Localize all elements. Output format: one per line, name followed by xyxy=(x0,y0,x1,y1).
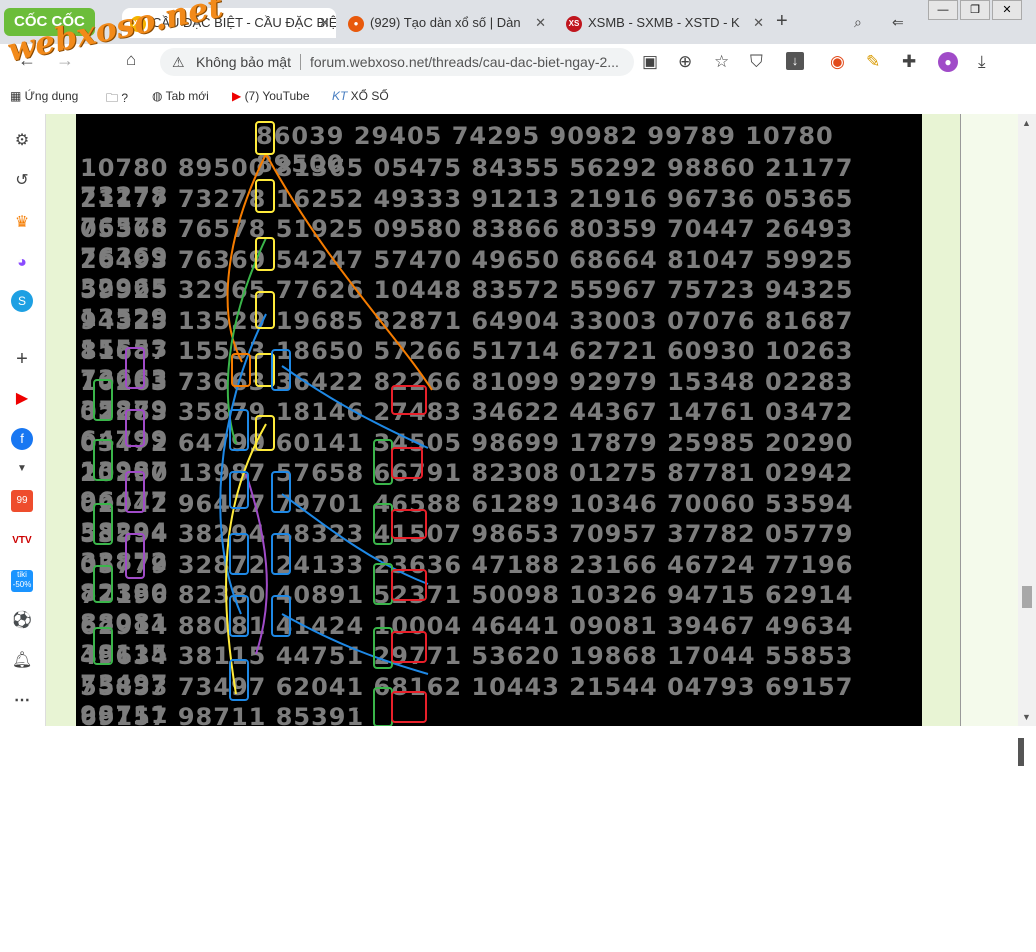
tab-xsmb[interactable]: XS XSMB - SXMB - XSTD - K ✕ xyxy=(558,8,770,38)
window-edge-marker xyxy=(1018,738,1024,766)
zoom-icon[interactable]: ⊕ xyxy=(678,52,692,72)
gear-icon[interactable]: ⚙ xyxy=(11,130,33,152)
kt-icon: KT xyxy=(332,89,351,103)
tab-title: XSMB - SXMB - XSTD - K xyxy=(588,15,740,30)
xs-favicon-icon: XS xyxy=(566,15,582,32)
history-icon[interactable]: ↺ xyxy=(11,170,33,192)
skype-icon[interactable]: S xyxy=(11,290,33,312)
close-window-icon[interactable]: ✕ xyxy=(992,0,1022,20)
address-bar[interactable]: ⚠ Không bảo mật forum.webxoso.net/thread… xyxy=(160,48,634,76)
warning-icon[interactable]: ⚠ xyxy=(172,48,185,76)
back-arrow-icon[interactable]: ⇐ xyxy=(892,14,904,31)
page-scrollbar[interactable]: ▲ ▼ xyxy=(1018,114,1036,726)
security-label[interactable]: Không bảo mật xyxy=(196,48,291,76)
coccoc-sidebar: ⚙ ↺ ♛ ◕ S + ▶ f ▼ 99 VTV tiki -50% ⚽ 🔔︎ … xyxy=(0,114,46,726)
download-arrow-icon[interactable]: ↓ xyxy=(786,52,804,70)
firefox-favicon-icon: ● xyxy=(348,15,364,32)
home-icon[interactable]: ⌂ xyxy=(126,50,136,70)
globe-icon: ◍ xyxy=(152,89,166,103)
legend-count-green: 4 xyxy=(380,700,389,714)
toolbar: ← → ⌂ ⚠ Không bảo mật forum.webxoso.net/… xyxy=(0,44,1036,80)
screenshot-icon[interactable]: ▣ xyxy=(642,52,658,72)
bridge-annotation-overlay xyxy=(93,121,433,726)
scroll-up-icon[interactable]: ▲ xyxy=(1022,118,1031,128)
purple-bridge-line xyxy=(245,473,268,655)
search-tabs-icon[interactable]: ⌕ xyxy=(854,14,862,31)
legend-count-purple: 2 xyxy=(356,700,365,714)
close-tab-icon[interactable]: ✕ xyxy=(535,8,546,38)
blue-bridge-line xyxy=(281,365,429,449)
page-right-panel xyxy=(960,114,1018,726)
youtube-icon[interactable]: ▶ xyxy=(11,388,33,410)
facebook-icon[interactable]: f xyxy=(11,428,33,450)
profile-avatar[interactable]: ● xyxy=(938,52,958,72)
grid-icon: ▦ xyxy=(10,89,25,103)
new-tab-bookmark[interactable]: ◍ Tab mới xyxy=(152,89,209,103)
youtube-bookmark[interactable]: ▶ (7) YouTube xyxy=(232,89,310,103)
bell-icon[interactable]: 🔔︎ xyxy=(11,650,33,672)
football-icon[interactable]: ⚽ xyxy=(11,610,33,632)
legend-result: 71 xyxy=(434,700,451,714)
blue-bridge-line xyxy=(281,613,429,675)
pencil-icon[interactable]: ✎ xyxy=(866,52,880,72)
star-icon[interactable]: ☆ xyxy=(714,52,729,72)
scrollbar-thumb[interactable] xyxy=(1022,586,1032,608)
window-controls: — ❐ ✕ xyxy=(926,0,1022,20)
shield-icon[interactable]: ⛉ xyxy=(750,52,763,72)
chevron-down-icon[interactable]: ▼ xyxy=(11,458,33,480)
browser-window: CỐC CỐC XS CẦU ĐẶC BIỆT - CẦU ĐẶC BIỆT ✕ … xyxy=(0,0,1036,726)
tab-tao-dan[interactable]: ● (929) Tạo dàn xổ số | Dàn ✕ xyxy=(340,8,552,38)
shopee-icon[interactable]: 99 xyxy=(11,490,33,512)
plus-icon[interactable]: + xyxy=(11,348,33,370)
legend-count-red: 21 xyxy=(398,700,415,714)
youtube-icon: ▶ xyxy=(232,89,245,103)
scroll-down-icon[interactable]: ▼ xyxy=(1022,712,1031,722)
puzzle-icon[interactable]: ✚ xyxy=(902,52,916,72)
tab-title: (929) Tạo dàn xổ số | Dàn xyxy=(370,15,521,30)
messenger-icon[interactable]: ◕ xyxy=(11,252,33,274)
legend-lot-bo: LOT BO 12 xyxy=(454,700,525,714)
close-tab-icon[interactable]: ✕ xyxy=(319,8,330,38)
lottery-board-image: 86039 29405 74295 90982 99789 10780 8950… xyxy=(76,114,922,726)
more-icon[interactable]: ⋯ xyxy=(11,690,33,712)
yellow-bridge-line xyxy=(225,423,267,695)
apps-bookmark[interactable]: ▦ Ứng dụng xyxy=(10,89,78,103)
tiki-icon[interactable]: tiki -50% xyxy=(11,570,33,592)
close-tab-icon[interactable]: ✕ xyxy=(753,8,764,38)
minimize-icon[interactable]: — xyxy=(928,0,958,20)
coccoc-extension-icon[interactable]: ◉ xyxy=(830,52,845,72)
forum-page: 86039 29405 74295 90982 99789 10780 8950… xyxy=(46,114,1018,726)
divider xyxy=(300,54,301,70)
url-text[interactable]: forum.webxoso.net/threads/cau-dac-biet-n… xyxy=(310,48,619,76)
folder-icon: 🗀 xyxy=(106,91,122,105)
bookmarks-bar: ▦ Ứng dụng 🗀 ? ◍ Tab mới ▶ (7) YouTube K… xyxy=(0,80,1036,114)
crown-icon[interactable]: ♛ xyxy=(11,212,33,234)
restore-icon[interactable]: ❐ xyxy=(960,0,990,20)
xoso-bookmark[interactable]: KT XỔ SỐ xyxy=(332,89,389,103)
new-tab-button[interactable]: + xyxy=(776,10,788,33)
folder-bookmark[interactable]: 🗀 ? xyxy=(106,89,128,110)
downloads-icon[interactable]: ⤓ xyxy=(978,52,986,72)
vtv-icon[interactable]: VTV xyxy=(11,530,33,552)
